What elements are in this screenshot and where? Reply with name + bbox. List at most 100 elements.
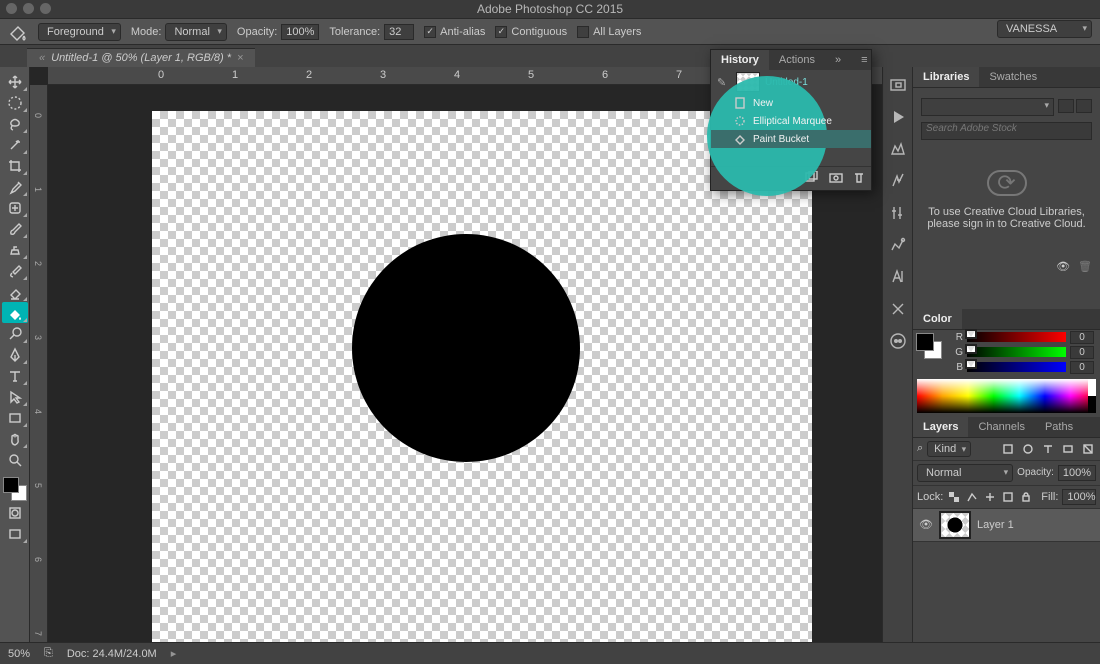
lib-sync-icon[interactable]: 👁	[1056, 260, 1070, 273]
eraser-tool[interactable]	[2, 281, 28, 302]
dock-info-icon[interactable]	[888, 171, 908, 191]
dodge-tool[interactable]	[2, 323, 28, 344]
layer-row[interactable]: 👁 Layer 1	[913, 509, 1100, 542]
paint-bucket-tool[interactable]	[2, 302, 28, 323]
marquee-tool[interactable]	[2, 92, 28, 113]
collapse-panel-icon[interactable]: »	[825, 50, 851, 70]
lock-position-icon[interactable]	[983, 489, 997, 505]
history-step-new[interactable]: New	[711, 94, 871, 112]
layer-visibility-icon[interactable]: 👁	[919, 518, 933, 531]
brush-tool[interactable]	[2, 218, 28, 239]
blend-mode-dropdown[interactable]: Normal	[165, 23, 226, 41]
window-close-button[interactable]	[6, 3, 17, 14]
path-selection-tool[interactable]	[2, 386, 28, 407]
lib-delete-icon[interactable]: 🗑	[1078, 260, 1092, 273]
export-icon[interactable]: ⎘	[44, 647, 53, 660]
shape-tool[interactable]	[2, 407, 28, 428]
filter-shape-icon[interactable]	[1060, 441, 1076, 457]
fill-label: Fill:	[1041, 491, 1058, 503]
filter-pixel-icon[interactable]	[1000, 441, 1016, 457]
document-tab[interactable]: « Untitled-1 @ 50% (Layer 1, RGB/8) * ×	[27, 48, 255, 67]
antialias-checkbox[interactable]	[424, 26, 436, 38]
tab-channels[interactable]: Channels	[968, 417, 1034, 437]
layer-fill-field[interactable]: 100%	[1062, 489, 1096, 505]
tab-actions[interactable]: Actions	[769, 50, 825, 70]
history-brush-source-icon[interactable]: ✎	[717, 76, 731, 89]
history-step-paint-bucket[interactable]: Paint Bucket	[711, 130, 871, 148]
tab-swatches[interactable]: Swatches	[979, 67, 1047, 87]
pen-tool[interactable]	[2, 344, 28, 365]
lasso-tool[interactable]	[2, 113, 28, 134]
tab-layers[interactable]: Layers	[913, 417, 968, 437]
window-minimize-button[interactable]	[23, 3, 34, 14]
dock-brushes-icon[interactable]	[888, 299, 908, 319]
magic-wand-tool[interactable]	[2, 134, 28, 155]
dock-navigator-icon[interactable]	[888, 75, 908, 95]
color-spectrum[interactable]	[917, 379, 1096, 413]
contiguous-checkbox[interactable]	[495, 26, 507, 38]
dock-styles-icon[interactable]	[888, 235, 908, 255]
layer-thumbnail[interactable]	[941, 513, 969, 537]
filter-type-icon[interactable]	[1040, 441, 1056, 457]
dock-character-icon[interactable]	[888, 267, 908, 287]
filter-smart-icon[interactable]	[1080, 441, 1096, 457]
quick-mask-toggle[interactable]	[2, 502, 28, 523]
history-brush-tool[interactable]	[2, 260, 28, 281]
window-zoom-button[interactable]	[40, 3, 51, 14]
layer-opacity-field[interactable]: 100%	[1058, 465, 1096, 481]
eyedropper-tool[interactable]	[2, 176, 28, 197]
layer-name[interactable]: Layer 1	[977, 519, 1014, 531]
filter-adjust-icon[interactable]	[1020, 441, 1036, 457]
delete-state-icon[interactable]	[853, 171, 865, 186]
color-swatches[interactable]	[2, 476, 28, 502]
tolerance-field[interactable]: 32	[384, 24, 414, 40]
lock-label: Lock:	[917, 491, 943, 503]
green-value[interactable]: 0	[1070, 346, 1094, 359]
zoom-level[interactable]: 50%	[8, 648, 30, 660]
layer-filter-search-icon[interactable]: ⌕	[917, 442, 923, 455]
new-snapshot-icon[interactable]	[829, 171, 843, 186]
all-layers-checkbox[interactable]	[577, 26, 589, 38]
lock-all-icon[interactable]	[1019, 489, 1033, 505]
color-panel-swatches[interactable]	[913, 330, 945, 375]
green-slider[interactable]	[967, 347, 1066, 357]
dock-histogram-icon[interactable]	[888, 139, 908, 159]
crop-tool[interactable]	[2, 155, 28, 176]
tab-libraries[interactable]: Libraries	[913, 67, 979, 87]
close-tab-icon[interactable]: ×	[237, 52, 243, 64]
dock-play-icon[interactable]	[888, 107, 908, 127]
healing-brush-tool[interactable]	[2, 197, 28, 218]
tab-color[interactable]: Color	[913, 309, 962, 329]
move-tool[interactable]	[2, 71, 28, 92]
layer-kind-dropdown[interactable]: Kind	[927, 441, 971, 457]
library-search-field[interactable]: Search Adobe Stock	[921, 122, 1092, 140]
dock-cc-icon[interactable]	[888, 331, 908, 351]
opacity-field[interactable]: 100%	[281, 24, 319, 40]
tab-paths[interactable]: Paths	[1035, 417, 1083, 437]
lib-view-list-icon[interactable]	[1076, 99, 1092, 113]
red-slider[interactable]	[967, 332, 1066, 342]
layer-blend-dropdown[interactable]: Normal	[917, 464, 1013, 482]
type-tool[interactable]	[2, 365, 28, 386]
blue-value[interactable]: 0	[1070, 361, 1094, 374]
doc-size[interactable]: Doc: 24.4M/24.0M	[67, 648, 157, 660]
history-panel[interactable]: History Actions » ≡ ✎ Untitled-1 New Ell…	[710, 49, 872, 191]
panel-menu-icon[interactable]: ≡	[851, 50, 877, 70]
dock-adjustments-icon[interactable]	[888, 203, 908, 223]
tab-history[interactable]: History	[711, 50, 769, 70]
home-icon[interactable]: «	[39, 52, 45, 64]
lock-pixels-icon[interactable]	[965, 489, 979, 505]
clone-stamp-tool[interactable]	[2, 239, 28, 260]
history-step-marquee[interactable]: Elliptical Marquee	[711, 112, 871, 130]
screen-mode-toggle[interactable]	[2, 523, 28, 544]
lib-view-grid-icon[interactable]	[1058, 99, 1074, 113]
red-value[interactable]: 0	[1070, 331, 1094, 344]
lock-transparency-icon[interactable]	[947, 489, 961, 505]
lock-artboard-icon[interactable]	[1001, 489, 1015, 505]
blue-slider[interactable]	[967, 362, 1066, 372]
hand-tool[interactable]	[2, 428, 28, 449]
library-dropdown[interactable]	[921, 98, 1054, 116]
fill-source-dropdown[interactable]: Foreground	[38, 23, 121, 41]
workspace-dropdown[interactable]: VANESSA	[997, 20, 1092, 38]
zoom-tool[interactable]	[2, 449, 28, 470]
